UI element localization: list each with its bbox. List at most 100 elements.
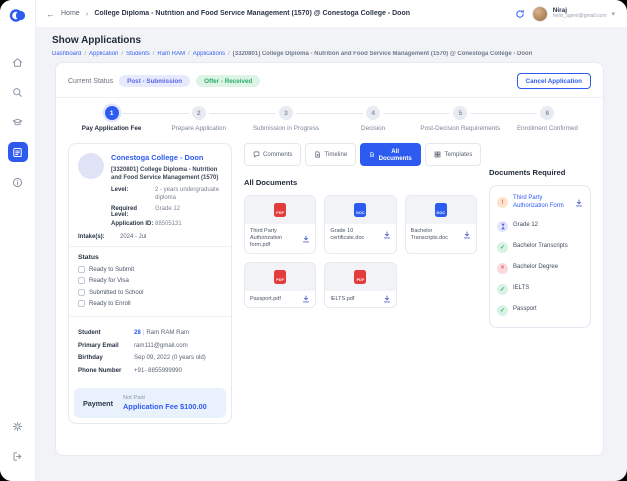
tab-label: All Documents bbox=[378, 148, 413, 162]
doc-file-icon: DOC bbox=[354, 203, 366, 217]
status-badge-offer-received: Offer - Received bbox=[196, 75, 260, 87]
checkbox-ready-for-visa[interactable]: Ready for Visa bbox=[78, 277, 222, 284]
breadcrumb-student-name[interactable]: Ram RAM bbox=[157, 51, 185, 57]
document-card-passport[interactable]: PDF Passport.pdf bbox=[244, 262, 316, 308]
breadcrumb-sep: / bbox=[228, 51, 230, 57]
tab-templates[interactable]: Templates bbox=[425, 143, 481, 166]
checkbox-ready-to-enroll[interactable]: Ready to Enroll bbox=[78, 300, 222, 307]
page-head: Show Applications Dashboard / Applicatio… bbox=[36, 27, 627, 57]
payment-section: Payment Not Paid Application Fee $100.00 bbox=[74, 388, 226, 418]
birthday-label: Birthday bbox=[78, 354, 134, 361]
tab-label: Templates bbox=[444, 151, 472, 158]
download-icon[interactable] bbox=[302, 235, 310, 243]
tab-timeline[interactable]: Timeline bbox=[305, 143, 356, 166]
document-name: Bachelor Transcripts.doc bbox=[411, 228, 460, 242]
required-doc-bachelor-transcripts: ✓ Bachelor Transcripts bbox=[497, 242, 583, 253]
intake-value: 2024 - Jul bbox=[120, 234, 146, 240]
home-breadcrumb[interactable]: Home bbox=[61, 10, 80, 17]
download-icon[interactable] bbox=[463, 231, 471, 239]
required-doc-third-party-authorization: ! Third Party Authorization Form bbox=[497, 195, 583, 211]
required-level-label: Required Level: bbox=[111, 206, 155, 218]
page-title: Show Applications bbox=[52, 35, 611, 46]
check-icon: ✓ bbox=[497, 305, 508, 316]
step-post-decision-requirements: 5 Post-Decision Requirements bbox=[417, 106, 504, 132]
cancel-application-button[interactable]: Cancel Application bbox=[517, 73, 591, 89]
user-email: hello_agent@gmail.com bbox=[553, 14, 607, 20]
payment-fee: Application Fee $100.00 bbox=[123, 402, 207, 411]
back-arrow-icon[interactable]: ← bbox=[46, 9, 55, 19]
logout-icon[interactable] bbox=[8, 446, 28, 466]
hourglass-icon bbox=[497, 221, 508, 232]
sidebar bbox=[0, 0, 36, 481]
checkbox-icon[interactable] bbox=[78, 277, 85, 284]
chevron-down-icon: ▾ bbox=[611, 10, 615, 18]
documents-tabs: Comments Timeline All Documents Template… bbox=[244, 143, 477, 166]
checkbox-icon[interactable] bbox=[78, 300, 85, 307]
required-doc-label: Bachelor Degree bbox=[513, 264, 558, 272]
checkbox-label: Ready for Visa bbox=[89, 277, 129, 284]
applications-icon[interactable] bbox=[8, 142, 28, 162]
step-number: 5 bbox=[453, 106, 467, 120]
download-icon[interactable] bbox=[575, 199, 583, 207]
user-menu[interactable]: Niraj hello_agent@gmail.com ▾ bbox=[532, 6, 615, 22]
tab-comments[interactable]: Comments bbox=[244, 143, 301, 166]
required-doc-label: Grade 12 bbox=[513, 222, 538, 230]
required-doc-passport: ✓ Passport bbox=[497, 305, 583, 316]
download-icon[interactable] bbox=[383, 231, 391, 239]
birthday-value: Sep 09, 2022 (0 years old) bbox=[134, 354, 206, 361]
tab-label: Timeline bbox=[324, 151, 347, 158]
application-id-value: 88505131 bbox=[155, 221, 182, 229]
step-label: Decision bbox=[361, 125, 385, 132]
check-icon: ✓ bbox=[497, 242, 508, 253]
checkbox-icon[interactable] bbox=[78, 266, 85, 273]
breadcrumb-students[interactable]: Students bbox=[126, 51, 150, 57]
refresh-icon[interactable] bbox=[515, 9, 525, 19]
home-icon[interactable] bbox=[8, 52, 28, 72]
avatar bbox=[532, 6, 548, 22]
tab-all-documents[interactable]: All Documents bbox=[360, 143, 421, 166]
cross-icon: × bbox=[497, 263, 508, 274]
required-doc-label: Passport bbox=[513, 306, 537, 314]
level-value: 2 - years undergraduate diploma bbox=[155, 187, 222, 203]
checkbox-ready-to-submit[interactable]: Ready to Submit bbox=[78, 266, 222, 273]
breadcrumb-dashboard[interactable]: Dashboard bbox=[52, 51, 81, 57]
search-icon[interactable] bbox=[8, 82, 28, 102]
school-icon[interactable] bbox=[8, 112, 28, 132]
student-name: Ram RAM Ram bbox=[146, 329, 189, 336]
breadcrumb-application[interactable]: Application bbox=[89, 51, 118, 57]
intake-label: Intake(s): bbox=[78, 234, 120, 240]
required-doc-link[interactable]: Third Party Authorization Form bbox=[513, 195, 570, 211]
payment-status: Not Paid bbox=[123, 395, 207, 401]
step-number: 4 bbox=[366, 106, 380, 120]
status-section-title: Status bbox=[78, 254, 222, 261]
breadcrumb-sep: / bbox=[121, 51, 123, 57]
phone-value: +91- 8855999990 bbox=[134, 367, 182, 374]
required-doc-label: Bachelor Transcripts bbox=[513, 243, 568, 251]
checkbox-label: Submitted to School bbox=[89, 289, 144, 296]
action-needed-icon: ! bbox=[497, 197, 508, 208]
required-doc-grade-12: Grade 12 bbox=[497, 221, 583, 232]
checkbox-icon[interactable] bbox=[78, 289, 85, 296]
pdf-file-icon: PDF bbox=[274, 270, 286, 284]
app-logo-icon bbox=[9, 7, 26, 29]
document-card-grade-10-certificate[interactable]: DOC Grade 10 certificate.doc bbox=[324, 195, 396, 254]
settings-gear-icon[interactable] bbox=[8, 416, 28, 436]
program-name: [3320801] College Diploma - Nutrition an… bbox=[111, 166, 222, 182]
tab-label: Comments bbox=[263, 151, 292, 158]
primary-email-label: Primary Email bbox=[78, 342, 134, 349]
download-icon[interactable] bbox=[302, 295, 310, 303]
download-icon[interactable] bbox=[383, 295, 391, 303]
student-id-link[interactable]: 28 bbox=[134, 329, 141, 336]
document-card-third-party-authorization[interactable]: PDF Third Party Authorization form.pdf bbox=[244, 195, 316, 254]
payment-label: Payment bbox=[83, 399, 113, 408]
document-card-ielts[interactable]: PDF IELTS.pdf bbox=[324, 262, 396, 308]
document-card-bachelor-transcripts[interactable]: DOC Bachelor Transcripts.doc bbox=[405, 195, 477, 254]
breadcrumb-applications[interactable]: Applications bbox=[193, 51, 225, 57]
checkbox-submitted-to-school[interactable]: Submitted to School bbox=[78, 289, 222, 296]
application-stepper: 1 Pay Application Fee 2 Prepare Applicat… bbox=[68, 106, 591, 132]
documents-grid: PDF Third Party Authorization form.pdf D… bbox=[244, 195, 477, 308]
breadcrumb-current: [3320801] College Diploma - Nutrition an… bbox=[233, 51, 533, 57]
document-name: Grade 10 certificate.doc bbox=[330, 228, 379, 242]
level-label: Level: bbox=[111, 187, 155, 203]
info-icon[interactable] bbox=[8, 172, 28, 192]
